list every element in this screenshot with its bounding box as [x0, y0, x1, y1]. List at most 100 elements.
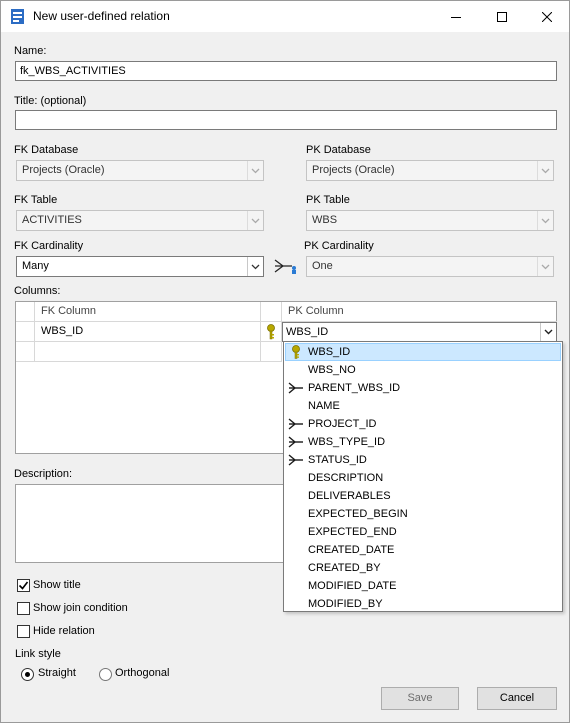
fk-database-value: Projects (Oracle)	[22, 164, 105, 176]
key-column-header	[261, 302, 282, 322]
title-bar[interactable]: New user-defined relation	[1, 1, 569, 32]
key-cell	[261, 322, 282, 342]
dropdown-item[interactable]: MODIFIED_BY	[285, 595, 561, 613]
dropdown-item[interactable]: WBS_NO	[285, 361, 561, 379]
pk-column-select[interactable]: WBS_ID	[282, 322, 557, 342]
fk-column-header[interactable]: FK Column	[35, 302, 261, 322]
dropdown-item-label: PROJECT_ID	[308, 418, 377, 430]
fk-cardinality-label: FK Cardinality	[14, 240, 84, 252]
relation-icon	[288, 454, 303, 466]
fk-table-label: FK Table	[14, 194, 58, 206]
fk-database-label: FK Database	[14, 144, 79, 156]
pk-cardinality-combo[interactable]: One	[306, 256, 554, 277]
link-style-label: Link style	[15, 648, 61, 660]
dropdown-item[interactable]: EXPECTED_END	[285, 523, 561, 541]
app-icon	[11, 9, 24, 24]
pk-database-label: PK Database	[306, 144, 371, 156]
dropdown-item-label: WBS_TYPE_ID	[308, 436, 386, 448]
show-title-checkbox[interactable]	[17, 579, 30, 592]
fk-column-cell-empty[interactable]	[35, 342, 261, 362]
fk-table-combo[interactable]: ACTIVITIES	[16, 210, 264, 231]
straight-radio[interactable]	[21, 668, 34, 681]
dropdown-item[interactable]: CREATED_BY	[285, 559, 561, 577]
dropdown-item-label: MODIFIED_BY	[308, 598, 383, 610]
pk-table-combo[interactable]: WBS	[306, 210, 554, 231]
chevron-down-icon	[247, 257, 263, 276]
minimize-icon	[451, 16, 461, 18]
fk-cardinality-combo[interactable]: Many	[16, 256, 264, 277]
dropdown-item[interactable]: WBS_ID	[285, 343, 561, 361]
relation-icon	[288, 418, 303, 430]
hide-relation-checkbox[interactable]	[17, 625, 30, 638]
row-selector[interactable]	[16, 322, 35, 342]
key-icon	[292, 345, 300, 359]
description-label: Description:	[14, 468, 73, 480]
dialog-window: New user-defined relation Name: fk_WBS_A…	[0, 0, 570, 723]
chevron-down-icon	[537, 211, 553, 230]
close-button[interactable]	[524, 1, 570, 32]
pk-table-value: WBS	[312, 214, 338, 226]
cancel-button[interactable]: Cancel	[477, 687, 557, 710]
straight-label[interactable]: Straight	[38, 667, 76, 679]
dropdown-item[interactable]: PARENT_WBS_ID	[285, 379, 561, 397]
fk-cardinality-value: Many	[22, 260, 49, 272]
dropdown-item[interactable]: CREATED_DATE	[285, 541, 561, 559]
dropdown-item-label: PARENT_WBS_ID	[308, 382, 401, 394]
dropdown-item[interactable]: MODIFIED_DATE	[285, 577, 561, 595]
chevron-down-icon	[537, 257, 553, 276]
minimize-button[interactable]	[433, 1, 479, 32]
pk-column-header[interactable]: PK Column	[282, 302, 557, 322]
orthogonal-radio[interactable]	[99, 668, 112, 681]
dropdown-item-label: NAME	[308, 400, 340, 412]
pk-cardinality-value: One	[312, 260, 333, 272]
dropdown-item-label: MODIFIED_DATE	[308, 580, 397, 592]
dropdown-item[interactable]: DESCRIPTION	[285, 469, 561, 487]
chevron-down-icon	[247, 211, 263, 230]
show-title-label[interactable]: Show title	[33, 579, 81, 591]
key-icon	[267, 324, 275, 340]
pk-database-combo[interactable]: Projects (Oracle)	[306, 160, 554, 181]
dropdown-item-label: DELIVERABLES	[308, 490, 391, 502]
fk-column-cell[interactable]: WBS_ID	[35, 322, 261, 342]
hide-relation-label[interactable]: Hide relation	[33, 625, 95, 637]
save-button[interactable]: Save	[381, 687, 459, 710]
key-cell-empty	[261, 342, 282, 362]
chevron-down-icon[interactable]	[540, 323, 556, 341]
maximize-icon	[497, 11, 507, 22]
row-selector[interactable]	[16, 342, 35, 362]
show-join-condition-checkbox[interactable]	[17, 602, 30, 615]
title-label: Title: (optional)	[14, 95, 87, 107]
dropdown-item[interactable]: PROJECT_ID	[285, 415, 561, 433]
name-field[interactable]: fk_WBS_ACTIVITIES	[15, 61, 557, 81]
maximize-button[interactable]	[479, 1, 525, 32]
dropdown-item-label: CREATED_BY	[308, 562, 381, 574]
fk-table-value: ACTIVITIES	[22, 214, 82, 226]
dropdown-item-label: CREATED_DATE	[308, 544, 395, 556]
show-join-condition-label[interactable]: Show join condition	[33, 602, 128, 614]
chevron-down-icon	[537, 161, 553, 180]
grid-corner-header	[16, 302, 35, 322]
dropdown-item[interactable]: NAME	[285, 397, 561, 415]
close-icon	[542, 11, 552, 22]
name-label: Name:	[14, 45, 47, 57]
dropdown-item-label: EXPECTED_BEGIN	[308, 508, 408, 520]
dropdown-item-label: EXPECTED_END	[308, 526, 397, 538]
radio-dot	[25, 672, 30, 677]
pk-table-label: PK Table	[306, 194, 350, 206]
dropdown-item[interactable]: EXPECTED_BEGIN	[285, 505, 561, 523]
relation-icon	[288, 436, 303, 448]
dropdown-item[interactable]: WBS_TYPE_ID	[285, 433, 561, 451]
orthogonal-label[interactable]: Orthogonal	[115, 667, 169, 679]
title-field[interactable]	[15, 110, 557, 130]
dropdown-item[interactable]: DELIVERABLES	[285, 487, 561, 505]
pk-column-dropdown[interactable]: WBS_ID WBS_NO PARENT_WBS_ID NAME PROJECT_ID W…	[283, 341, 563, 612]
pk-cardinality-label: PK Cardinality	[304, 240, 374, 252]
fk-database-combo[interactable]: Projects (Oracle)	[16, 160, 264, 181]
checkmark-icon	[18, 581, 29, 590]
dropdown-item[interactable]: STATUS_ID	[285, 451, 561, 469]
relation-icon	[288, 382, 303, 394]
chevron-down-icon	[247, 161, 263, 180]
window-title: New user-defined relation	[33, 9, 170, 23]
cardinality-relation-icon	[274, 259, 296, 274]
dropdown-item-label: STATUS_ID	[308, 454, 367, 466]
